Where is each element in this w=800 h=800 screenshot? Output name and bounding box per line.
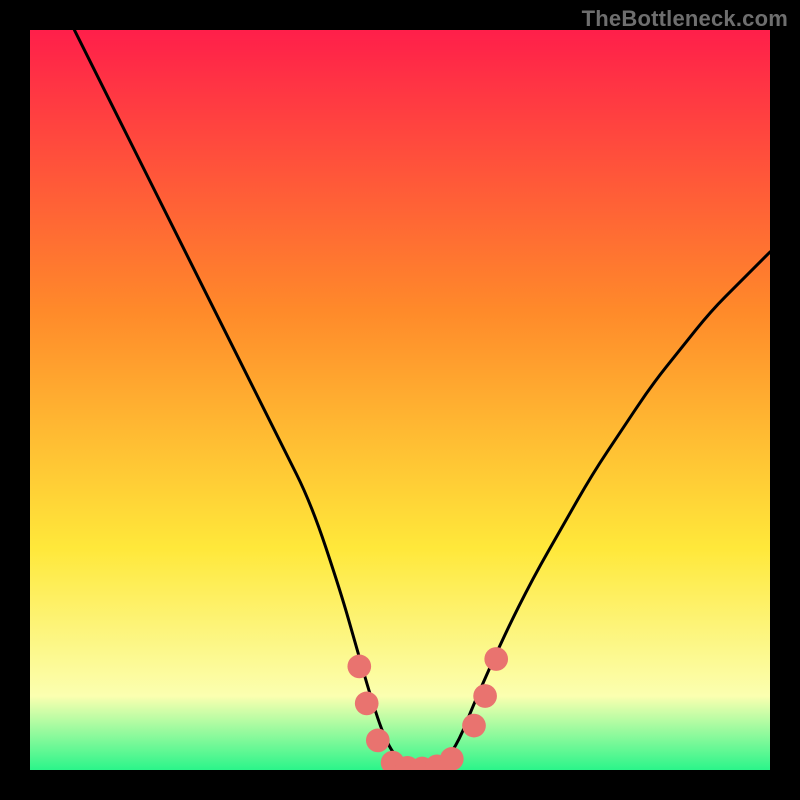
watermark-text: TheBottleneck.com xyxy=(582,6,788,32)
chart-frame xyxy=(30,30,770,770)
curve-marker xyxy=(366,729,390,753)
curve-marker xyxy=(462,714,486,738)
curve-marker xyxy=(440,747,464,770)
curve-marker xyxy=(355,692,379,716)
curve-marker xyxy=(473,684,497,708)
chart-svg xyxy=(30,30,770,770)
curve-marker xyxy=(347,655,371,679)
curve-marker xyxy=(484,647,508,671)
gradient-background xyxy=(30,30,770,770)
